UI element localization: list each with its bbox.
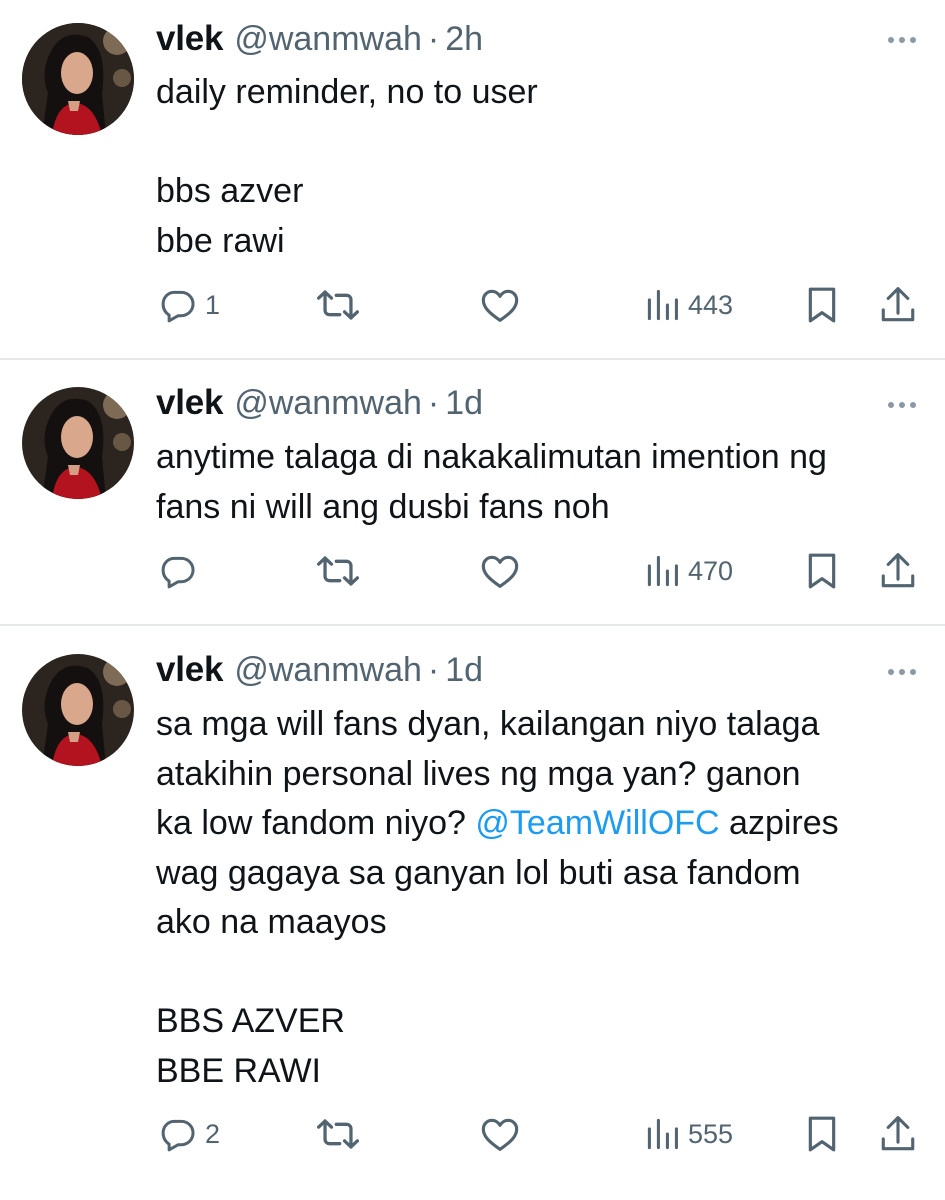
views-count: 470 [688, 555, 734, 586]
views-button[interactable]: 470 [646, 551, 733, 591]
like-button[interactable] [480, 1114, 520, 1154]
display-name[interactable]: vlek [156, 19, 224, 59]
avatar-image [22, 387, 134, 499]
separator: · [427, 384, 440, 422]
share-button[interactable] [880, 1114, 916, 1154]
reply-button[interactable] [159, 551, 197, 591]
username[interactable]: @wanmwah [234, 20, 422, 59]
tweet-text-line: atakihin personal lives ng mga yan? gano… [156, 754, 801, 793]
bookmark-button[interactable] [805, 551, 839, 591]
reply-button[interactable]: 1 [159, 285, 220, 325]
bookmark-button[interactable] [805, 285, 839, 325]
username[interactable]: @wanmwah [234, 384, 422, 423]
like-icon [481, 555, 519, 588]
retweet-icon [317, 1119, 359, 1149]
bookmark-icon [808, 553, 836, 589]
views-icon [647, 1118, 678, 1150]
share-icon [881, 1116, 915, 1151]
tweet-text-line: ako na maayos [156, 903, 387, 941]
tweet-text: daily reminder, no to user bbs azver bbe… [156, 68, 936, 266]
like-button[interactable] [480, 285, 520, 325]
tweet-text-line: fans ni will ang dusbi fans noh [156, 487, 610, 526]
views-button[interactable]: 443 [646, 285, 733, 325]
reply-icon [161, 290, 195, 323]
tweet-text-line: wag gagaya sa ganyan lol buti asa fandom [156, 853, 801, 892]
tweet-text-line: BBE RAWI [156, 1051, 321, 1090]
avatar-image [22, 23, 134, 135]
avatar[interactable] [22, 654, 134, 766]
avatar-image [22, 654, 134, 766]
like-icon [481, 1118, 519, 1151]
timestamp[interactable]: 1d [445, 384, 483, 423]
tweet-text-line: bbe rawi [156, 221, 285, 260]
views-count: 443 [688, 289, 734, 320]
tweet-text-line: bbs azver [156, 172, 304, 210]
text-segment: ka low fandom niyo? [156, 804, 476, 842]
share-icon [881, 287, 915, 322]
bookmark-icon [808, 287, 836, 323]
retweet-button[interactable] [317, 285, 359, 325]
tweet-text: anytime talaga di nakakalimutan imention… [156, 433, 936, 532]
tweet-text-line: BBS AZVER [156, 1002, 345, 1040]
retweet-button[interactable] [317, 1114, 359, 1154]
tweet[interactable]: vlek @wanmwah · 1d sa mga will fans dyan… [0, 626, 945, 1200]
action-bar: 1 443 [0, 285, 945, 325]
display-name[interactable]: vlek [156, 383, 224, 423]
username[interactable]: @wanmwah [234, 651, 422, 690]
views-button[interactable]: 555 [646, 1114, 733, 1154]
tweet[interactable]: vlek @wanmwah · 2h daily reminder, no to… [0, 0, 945, 358]
tweet-header: vlek @wanmwah · 2h [156, 19, 483, 63]
timestamp[interactable]: 2h [445, 20, 483, 59]
reply-button[interactable]: 2 [159, 1114, 220, 1154]
separator: · [427, 20, 440, 58]
views-icon [647, 555, 678, 587]
share-button[interactable] [880, 551, 916, 591]
tweet-header: vlek @wanmwah · 1d [156, 650, 483, 694]
text-segment: azpires [719, 804, 839, 842]
action-bar: 470 [0, 551, 945, 591]
display-name[interactable]: vlek [156, 650, 224, 690]
tweet-header: vlek @wanmwah · 1d [156, 383, 483, 427]
share-button[interactable] [880, 285, 916, 325]
reply-icon [161, 1119, 195, 1152]
retweet-button[interactable] [317, 551, 359, 591]
more-icon[interactable] [886, 34, 918, 46]
reply-count: 2 [205, 1118, 221, 1149]
tweet-text-line: sa mga will fans dyan, kailangan niyo ta… [156, 705, 820, 743]
tweet-text-line: anytime talaga di nakakalimutan imention… [156, 438, 827, 476]
avatar[interactable] [22, 23, 134, 135]
tweet-text: sa mga will fans dyan, kailangan niyo ta… [156, 700, 936, 1096]
tweet[interactable]: vlek @wanmwah · 1d anytime talaga di nak… [0, 360, 945, 624]
action-bar: 2 555 [0, 1114, 945, 1154]
reply-count: 1 [205, 289, 221, 320]
like-button[interactable] [480, 551, 520, 591]
mention-link[interactable]: @TeamWillOFC [475, 804, 719, 842]
views-count: 555 [688, 1118, 734, 1149]
share-icon [881, 553, 915, 588]
more-icon[interactable] [886, 399, 918, 411]
separator: · [427, 651, 440, 689]
views-icon [647, 289, 678, 321]
avatar[interactable] [22, 387, 134, 499]
tweet-text-line: ka low fandom niyo? @TeamWillOFC azpires [156, 799, 936, 849]
reply-icon [161, 556, 195, 589]
bookmark-icon [808, 1116, 836, 1152]
retweet-icon [317, 556, 359, 586]
like-icon [481, 289, 519, 322]
retweet-icon [317, 290, 359, 320]
more-icon[interactable] [886, 666, 918, 678]
bookmark-button[interactable] [805, 1114, 839, 1154]
timestamp[interactable]: 1d [445, 651, 483, 690]
tweet-text-line: daily reminder, no to user [156, 73, 538, 111]
